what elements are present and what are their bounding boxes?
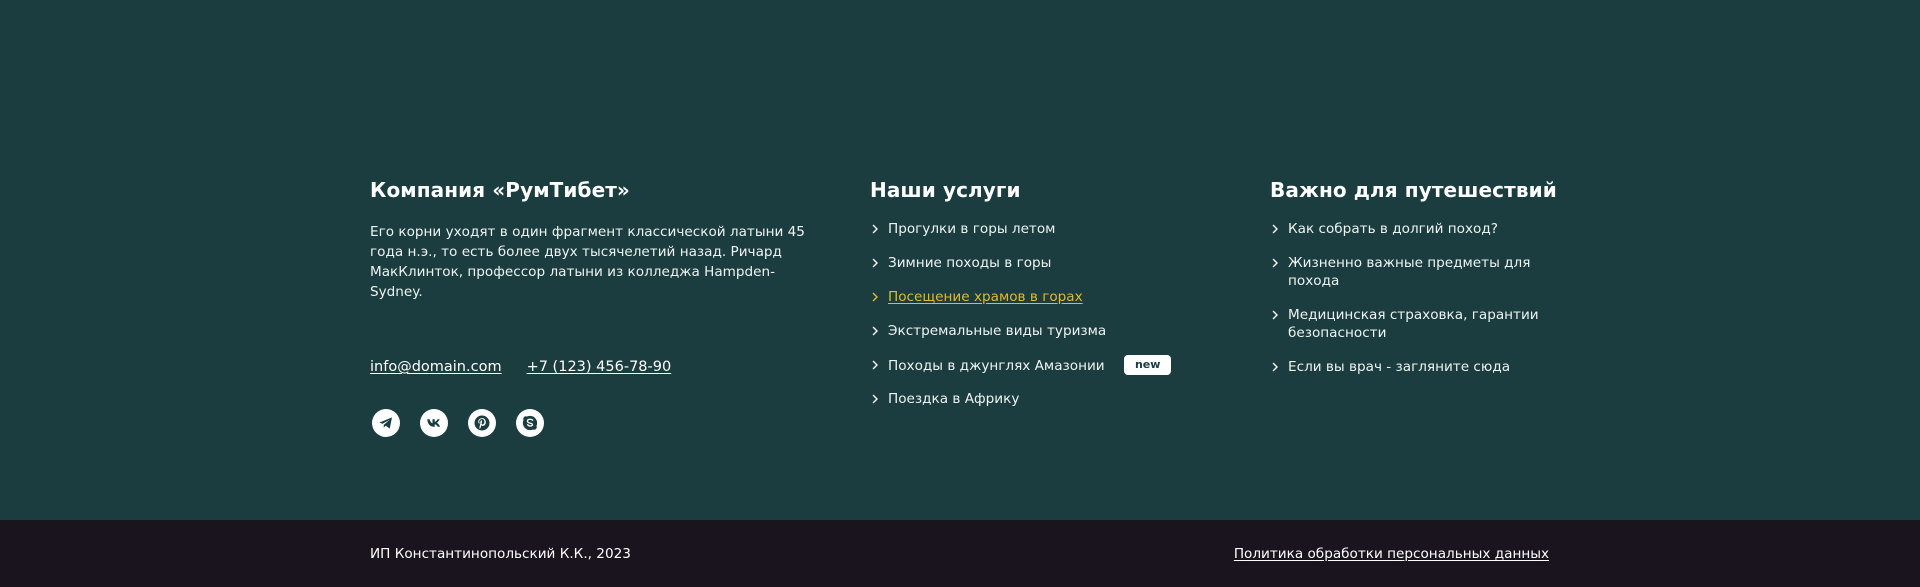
list-item: Прогулки в горы летом xyxy=(870,220,1210,254)
copyright: ИП Константинопольский К.К., 2023 xyxy=(370,546,631,562)
list-item: Как собрать в долгий поход? xyxy=(1270,220,1570,238)
important-link[interactable]: Как собрать в долгий поход? xyxy=(1288,221,1498,237)
company-about: Его корни уходят в один фрагмент классич… xyxy=(370,224,805,300)
service-link-active[interactable]: Посещение храмов в горах xyxy=(888,289,1083,305)
list-item: Посещение храмов в горах xyxy=(870,288,1210,322)
chevron-right-icon xyxy=(870,326,880,336)
service-link[interactable]: Прогулки в горы летом xyxy=(888,221,1055,237)
contacts: info@domain.com +7 (123) 456-78-90 xyxy=(370,359,671,375)
chevron-right-icon xyxy=(1270,224,1280,234)
footer: Компания «РумТибет» Его корни уходят в о… xyxy=(0,0,1920,587)
service-link[interactable]: Поездка в Африку xyxy=(888,391,1019,407)
important-link[interactable]: Медицинская страховка, гарантии безопасн… xyxy=(1288,307,1539,341)
footer-bottom-bar: ИП Константинопольский К.К., 2023 Полити… xyxy=(0,520,1920,587)
pinterest-icon[interactable] xyxy=(468,409,496,437)
services-list: Прогулки в горы летом Зимние походы в го… xyxy=(870,220,1210,424)
important-list: Как собрать в долгий поход? Жизненно важ… xyxy=(1270,220,1570,376)
important-link[interactable]: Если вы врач - загляните сюда xyxy=(1288,359,1510,375)
chevron-right-icon xyxy=(870,394,880,404)
list-item: Поездка в Африку xyxy=(870,390,1210,424)
list-item: Жизненно важные предметы для похода xyxy=(1270,254,1570,290)
list-item: Зимние походы в горы xyxy=(870,254,1210,288)
company-column: Компания «РумТибет» Его корни уходят в о… xyxy=(370,176,810,437)
list-item: Медицинская страховка, гарантии безопасн… xyxy=(1270,306,1570,342)
phone-link[interactable]: +7 (123) 456-78-90 xyxy=(527,359,672,375)
skype-icon[interactable] xyxy=(516,409,544,437)
important-column: Важно для путешествий Как собрать в долг… xyxy=(1270,176,1570,392)
new-badge: new xyxy=(1123,355,1172,375)
chevron-right-icon xyxy=(870,258,880,268)
company-title: Компания «РумТибет» xyxy=(370,178,630,202)
chevron-right-icon xyxy=(870,224,880,234)
vk-icon[interactable] xyxy=(420,409,448,437)
chevron-right-icon xyxy=(870,360,880,370)
important-title: Важно для путешествий xyxy=(1270,178,1557,202)
privacy-policy-link[interactable]: Политика обработки персональных данных xyxy=(1234,544,1549,564)
chevron-right-icon xyxy=(870,292,880,302)
social-links xyxy=(372,409,544,437)
email-link[interactable]: info@domain.com xyxy=(370,359,502,375)
service-link[interactable]: Походы в джунглях Амазонии xyxy=(888,358,1105,374)
chevron-right-icon xyxy=(1270,258,1280,268)
service-link[interactable]: Экстремальные виды туризма xyxy=(888,323,1106,339)
services-column: Наши услуги Прогулки в горы летом Зимние… xyxy=(870,176,1210,424)
list-item: Походы в джунглях Амазонии new xyxy=(870,355,1210,390)
telegram-icon[interactable] xyxy=(372,409,400,437)
chevron-right-icon xyxy=(1270,310,1280,320)
services-title: Наши услуги xyxy=(870,178,1021,202)
list-item: Экстремальные виды туризма xyxy=(870,322,1210,356)
service-link[interactable]: Зимние походы в горы xyxy=(888,255,1051,271)
list-item: Если вы врач - загляните сюда xyxy=(1270,358,1570,376)
footer-main: Компания «РумТибет» Его корни уходят в о… xyxy=(0,0,1920,520)
chevron-right-icon xyxy=(1270,362,1280,372)
important-link[interactable]: Жизненно важные предметы для похода xyxy=(1288,255,1530,289)
